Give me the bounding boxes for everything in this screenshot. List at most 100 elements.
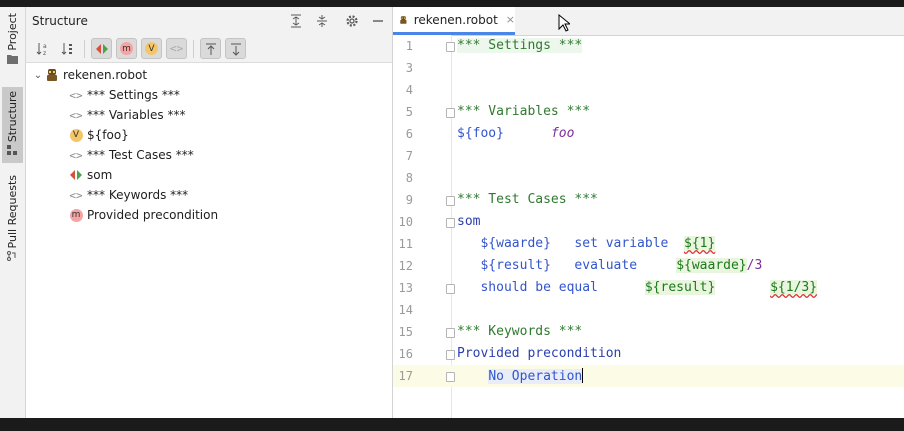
code-line[interactable]: 5 *** Variables *** [393,101,904,123]
code-line[interactable]: 8 [393,167,904,189]
structure-toolbar: az m V <> [26,35,392,63]
code-line[interactable]: 7 [393,145,904,167]
argument-token: ${waarde} [676,258,747,273]
tree-item-label: rekenen.robot [63,68,148,82]
tree-item-som[interactable]: som [26,165,392,185]
line-number: 4 [405,83,413,97]
toolbar-separator [193,39,194,58]
tool-tab-structure[interactable]: Structure [2,87,23,163]
svg-text:a: a [43,43,47,50]
editor-tab-label: rekenen.robot [413,12,498,27]
code-line[interactable]: 3 [393,57,904,79]
section-icon: <> [69,88,83,102]
code-line[interactable]: 6 ${foo} foo [393,123,904,145]
fold-icon[interactable] [446,108,455,118]
show-test-cases-icon[interactable] [91,38,112,59]
tree-item-foo[interactable]: V ${foo} [26,125,392,145]
scroll-from-source-up-icon[interactable] [200,38,221,59]
fold-icon[interactable] [446,284,455,294]
line-number: 12 [398,259,413,273]
keyword-call: should be equal [480,280,598,295]
show-sections-icon[interactable]: <> [166,38,187,59]
argument-suffix: /3 [746,258,763,273]
line-number: 3 [405,61,413,75]
tree-item-settings[interactable]: <> *** Settings *** [26,85,392,105]
panel-title: Structure [32,14,88,28]
tree-item-label: *** Test Cases *** [87,148,194,162]
tree-item-test-cases[interactable]: <> *** Test Cases *** [26,145,392,165]
code-line-current[interactable]: 17 No Operation [393,365,904,387]
sort-by-type-icon[interactable] [57,38,78,59]
folder-icon [7,54,18,64]
tree-item-provided-precondition[interactable]: m Provided precondition [26,205,392,225]
code-line[interactable]: 11 ${waarde} set variable ${1} [393,233,904,255]
variable-token: ${result} [480,258,551,273]
keyword-icon: m [68,207,84,223]
editor-tab-rekenen[interactable]: rekenen.robot × [393,7,515,35]
variable-token: ${waarde} [480,236,551,251]
tree-root[interactable]: ⌄ rekenen.robot [26,65,392,85]
sort-alphabetically-icon[interactable]: az [32,38,53,59]
scroll-to-source-icon[interactable] [225,38,246,59]
collapse-all-icon[interactable] [314,13,330,29]
tree-item-keywords[interactable]: <> *** Keywords *** [26,185,392,205]
show-variables-icon[interactable]: V [141,38,162,59]
keyword-badge: m [120,42,133,55]
fold-icon[interactable] [446,218,455,228]
code-line[interactable]: 9 *** Test Cases *** [393,189,904,211]
section-icon: <> [69,148,83,162]
keywords-section-header: *** Keywords *** [457,324,583,339]
argument-token: ${1/3} [770,280,818,295]
line-number: 8 [405,171,413,185]
line-number: 15 [398,325,413,339]
settings-section-header: *** Settings *** [457,38,583,53]
fold-icon[interactable] [446,328,455,338]
argument-token: ${1} [684,236,716,251]
tool-tab-project[interactable]: Project [3,13,22,67]
fold-icon[interactable] [446,350,455,360]
argument-token: ${result} [644,280,716,295]
code-line[interactable]: 4 [393,79,904,101]
variable-badge: V [69,128,83,142]
code-line[interactable]: 15 *** Keywords *** [393,321,904,343]
code-line[interactable]: 16 Provided precondition [393,343,904,365]
code-line[interactable]: 13 should be equal ${result} ${1/3} [393,277,904,299]
svg-text:z: z [43,50,46,57]
code-line[interactable]: 12 ${result} evaluate ${waarde}/3 [393,255,904,277]
code-line[interactable]: 1 *** Settings *** [393,35,904,57]
editor-tab-bar: rekenen.robot × [393,7,904,36]
mouse-cursor-icon [558,14,570,32]
minimize-icon[interactable] [370,13,386,29]
test-cases-section-header: *** Test Cases *** [457,192,598,207]
text-caret [582,368,584,383]
line-number: 6 [405,127,413,141]
tool-tab-pull-requests[interactable]: Pull Requests [3,175,22,264]
line-number: 16 [398,347,413,361]
gear-icon[interactable] [344,13,360,29]
keyword-definition: Provided precondition [457,346,622,361]
line-number: 14 [398,303,413,317]
editor-area: rekenen.robot × 1 *** Settings *** 3 4 5… [393,7,904,418]
literal-token: foo [550,126,575,141]
fold-icon[interactable] [446,372,455,382]
close-icon[interactable]: × [506,13,515,26]
variable-badge: V [145,42,158,55]
chevron-down-icon[interactable]: ⌄ [32,70,44,81]
keyword-call: No Operation [488,369,583,384]
test-case-name: som [457,214,481,229]
show-keywords-icon[interactable]: m [116,38,137,59]
keyword-badge: m [69,208,83,222]
tool-window-strip: Project Structure Pull Requests [0,7,26,418]
tree-item-variables[interactable]: <> *** Variables *** [26,105,392,125]
pull-request-icon [7,251,16,262]
tool-tab-label: Pull Requests [6,175,19,249]
tree-item-label: *** Keywords *** [87,188,189,202]
expand-all-icon[interactable] [288,13,304,29]
fold-icon[interactable] [446,42,455,52]
line-number: 13 [398,281,413,295]
code-line[interactable]: 10 som [393,211,904,233]
fold-icon[interactable] [446,196,455,206]
code-line[interactable]: 14 [393,299,904,321]
tree-item-label: ${foo} [87,128,129,142]
keyword-call: set variable [574,236,669,251]
